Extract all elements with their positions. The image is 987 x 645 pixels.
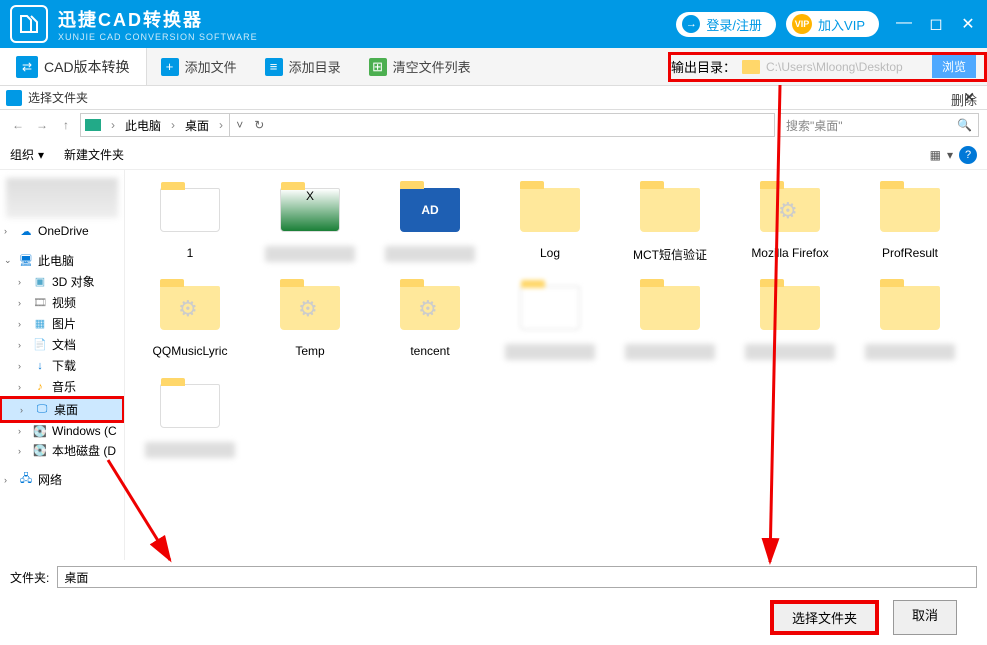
pc-icon [85, 119, 101, 131]
login-button[interactable]: → 登录/注册 [676, 12, 776, 37]
vip-button[interactable]: VIP 加入VIP [786, 11, 879, 37]
folder-item[interactable]: 1 [145, 180, 235, 262]
folder-icon [742, 60, 760, 74]
dialog-titlebar: 选择文件夹 ✕ [0, 86, 987, 110]
breadcrumb[interactable]: › 此电脑 › 桌面 › ˅ ↻ [80, 113, 775, 137]
browse-button[interactable]: 浏览 [932, 55, 976, 78]
folder-item[interactable] [865, 278, 955, 360]
vip-icon: VIP [792, 14, 812, 34]
folder-item[interactable]: Temp [265, 278, 355, 360]
folder-item[interactable]: QQMusicLyric [145, 278, 235, 360]
folder-item[interactable]: Mozilla Firefox [745, 180, 835, 262]
cancel-button[interactable]: 取消 [893, 600, 957, 635]
toolbar: ⇄ CAD版本转换 + 添加文件 ≡ 添加目录 ⊞ 清空文件列表 输出目录： C… [0, 48, 987, 86]
close-button[interactable]: ✕ [959, 14, 977, 34]
folder-item[interactable] [745, 278, 835, 360]
folder-name-input[interactable] [57, 566, 977, 588]
dialog-title: 选择文件夹 [28, 89, 88, 106]
dialog-icon [6, 90, 22, 106]
output-dir-area: 输出目录： C:\Users\Mloong\Desktop 浏览 [668, 52, 987, 82]
back-button[interactable]: ← [8, 115, 28, 135]
tree-thispc[interactable]: ⌄🖥此电脑 [0, 250, 124, 271]
add-file-button[interactable]: + 添加文件 [147, 57, 251, 76]
add-dir-button[interactable]: ≡ 添加目录 [251, 57, 355, 76]
folder-name-row: 文件夹: [0, 560, 987, 594]
help-button[interactable]: ? [959, 146, 977, 164]
delete-button[interactable]: 删除 [951, 90, 977, 109]
tree-3d[interactable]: ›▣3D 对象 [0, 271, 124, 292]
tree-onedrive[interactable]: ›☁OneDrive [0, 222, 124, 240]
tree-localdisk-d[interactable]: ›💽本地磁盘 (D [0, 440, 124, 461]
maximize-button[interactable]: ◻ [927, 14, 945, 34]
folder-item[interactable] [145, 376, 235, 458]
tree-video[interactable]: ›🎞视频 [0, 292, 124, 313]
mode-cad-version[interactable]: ⇄ CAD版本转换 [0, 48, 147, 85]
clear-icon: ⊞ [369, 58, 387, 76]
view-thumbs-button[interactable]: ▦ [930, 148, 941, 162]
tree-pics[interactable]: ›▦图片 [0, 313, 124, 334]
folder-item[interactable] [625, 278, 715, 360]
plus-icon: + [161, 58, 179, 76]
tree-blurred [6, 178, 118, 218]
forward-button[interactable]: → [32, 115, 52, 135]
organize-menu[interactable]: 组织▾ [10, 146, 44, 163]
search-input[interactable]: 搜索"桌面" 🔍 [779, 113, 979, 137]
folder-item[interactable]: ProfResult [865, 180, 955, 262]
tree-windows-c[interactable]: ›💽Windows (C [0, 422, 124, 440]
app-logo-icon [10, 5, 48, 43]
clear-list-button[interactable]: ⊞ 清空文件列表 [355, 57, 485, 76]
tree-downloads[interactable]: ›↓下载 [0, 355, 124, 376]
titlebar: 迅捷CAD转换器 XUNJIE CAD CONVERSION SOFTWARE … [0, 0, 987, 48]
folder-item[interactable]: MCT短信验证 [625, 180, 715, 262]
app-title: 迅捷CAD转换器 [58, 6, 676, 32]
folder-item[interactable] [505, 278, 595, 360]
minimize-button[interactable]: — [895, 14, 913, 34]
output-path: C:\Users\Mloong\Desktop [766, 60, 926, 74]
folder-item[interactable]: AD [385, 180, 475, 262]
folder-item[interactable]: X [265, 180, 355, 262]
select-folder-button[interactable]: 选择文件夹 [770, 600, 879, 635]
output-label: 输出目录： [671, 57, 736, 76]
folder-field-label: 文件夹: [10, 569, 49, 586]
convert-icon: ⇄ [16, 56, 38, 78]
folder-item[interactable]: tencent [385, 278, 475, 360]
new-folder-button[interactable]: 新建文件夹 [64, 146, 124, 163]
list-icon: ≡ [265, 58, 283, 76]
folder-tree: ›☁OneDrive ⌄🖥此电脑 ›▣3D 对象 ›🎞视频 ›▦图片 ›📄文档 … [0, 170, 125, 560]
folder-item[interactable]: Log [505, 180, 595, 262]
folder-grid: 1 X AD Log MCT短信验证 Mozilla Firefox ProfR… [125, 170, 987, 560]
app-subtitle: XUNJIE CAD CONVERSION SOFTWARE [58, 32, 676, 42]
nav-row: ← → ↑ › 此电脑 › 桌面 › ˅ ↻ 搜索"桌面" 🔍 [0, 110, 987, 140]
refresh-button[interactable]: ↻ [250, 114, 270, 136]
up-button[interactable]: ↑ [56, 115, 76, 135]
crumb-dropdown[interactable]: ˅ [230, 114, 250, 136]
arrow-icon: → [682, 15, 700, 33]
search-icon: 🔍 [957, 118, 972, 132]
tree-docs[interactable]: ›📄文档 [0, 334, 124, 355]
options-row: 组织▾ 新建文件夹 ▦▾ ? [0, 140, 987, 170]
tree-music[interactable]: ›♪音乐 [0, 376, 124, 397]
tree-desktop[interactable]: ›🖵桌面 [0, 396, 125, 423]
tree-network[interactable]: ›🖧网络 [0, 469, 124, 490]
